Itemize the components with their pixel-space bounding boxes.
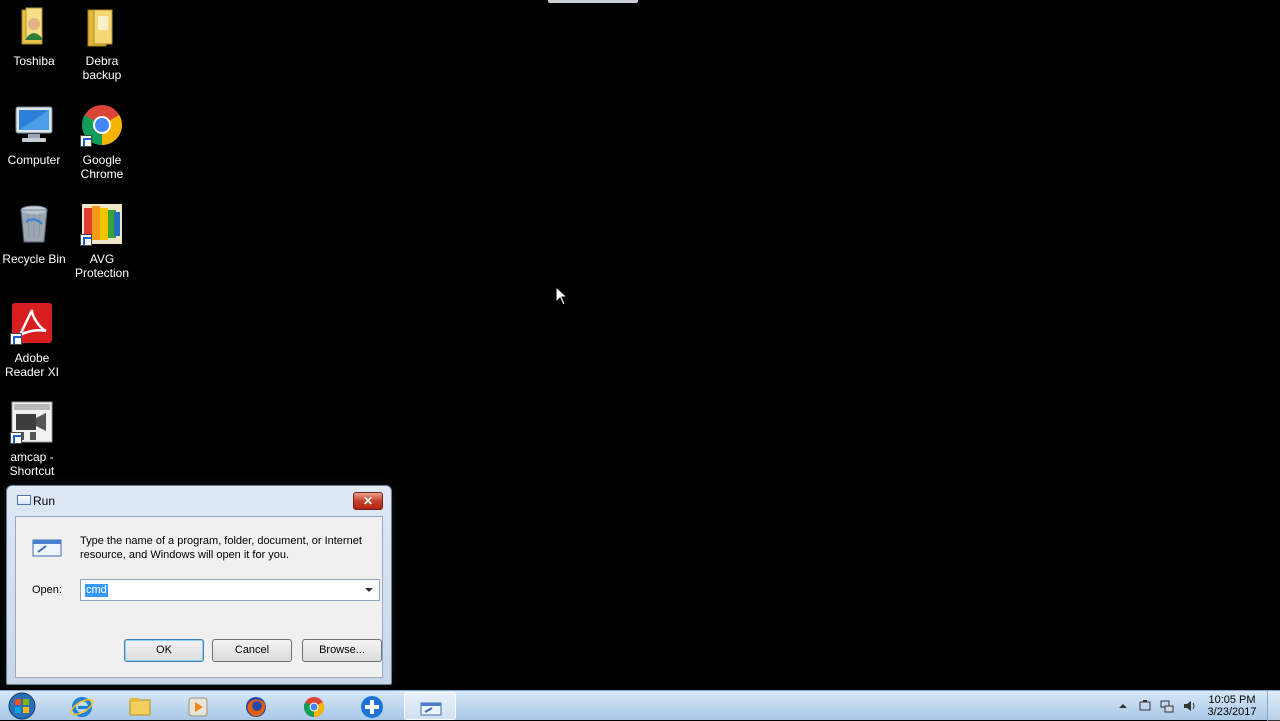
start-orb[interactable] xyxy=(4,692,40,720)
run-icon xyxy=(420,702,442,716)
taskbar-app-plus[interactable] xyxy=(346,692,398,720)
amcap-icon xyxy=(10,400,54,444)
run-body: Type the name of a program, folder, docu… xyxy=(15,516,383,678)
run-program-icon xyxy=(32,539,62,557)
taskbar-firefox[interactable] xyxy=(230,692,282,720)
run-window-icon xyxy=(17,495,31,505)
chevron-down-icon[interactable] xyxy=(361,582,377,598)
run-titlebar[interactable]: Run ✕ xyxy=(7,486,391,516)
internet-explorer-icon xyxy=(70,697,94,717)
volume-icon[interactable] xyxy=(1182,699,1196,713)
run-title: Run xyxy=(33,494,56,508)
browse-button[interactable]: Browse... xyxy=(302,639,382,662)
clock[interactable]: 10:05 PM 3/23/2017 xyxy=(1202,694,1262,718)
file-explorer-icon xyxy=(129,698,151,716)
desktop-icon-google-chrome[interactable]: Google Chrome xyxy=(68,103,136,181)
taskbar: 10:05 PM 3/23/2017 xyxy=(0,690,1280,721)
desktop-icon-computer[interactable]: Computer xyxy=(0,103,68,167)
open-input[interactable]: cmd xyxy=(85,584,108,597)
shortcut-arrow-icon xyxy=(80,135,92,147)
show-hidden-icons-icon[interactable] xyxy=(1116,699,1130,713)
desktop-icon-label: AVG Protection xyxy=(74,252,130,280)
desktop-icon-label: Recycle Bin xyxy=(2,252,66,266)
shortcut-arrow-icon xyxy=(80,234,92,246)
recycle-bin-icon xyxy=(12,202,56,246)
folder-icon xyxy=(80,4,124,48)
top-window-edge xyxy=(548,0,638,3)
desktop-icon-recycle-bin[interactable]: Recycle Bin xyxy=(0,202,68,266)
chrome-icon xyxy=(303,697,325,718)
media-player-icon xyxy=(188,697,208,717)
open-combobox[interactable]: cmd xyxy=(80,579,380,601)
taskbar-run[interactable] xyxy=(404,692,456,720)
taskbar-file-explorer[interactable] xyxy=(114,692,166,720)
desktop-icon-adobe-reader[interactable]: Adobe Reader XI xyxy=(0,301,66,379)
ok-button[interactable]: OK xyxy=(124,639,204,662)
close-icon: ✕ xyxy=(362,494,374,508)
desktop-icon-toshiba[interactable]: Toshiba xyxy=(0,4,68,68)
firefox-icon xyxy=(246,697,266,717)
desktop-icon-label: Adobe Reader XI xyxy=(4,351,60,379)
taskbar-internet-explorer[interactable] xyxy=(56,692,108,720)
computer-icon xyxy=(12,103,56,147)
adobe-reader-icon xyxy=(10,301,54,345)
run-description: Type the name of a program, folder, docu… xyxy=(80,535,362,561)
system-tray: 10:05 PM 3/23/2017 xyxy=(1090,691,1280,721)
clock-time: 10:05 PM xyxy=(1208,694,1256,706)
taskbar-media-player[interactable] xyxy=(172,692,224,720)
desktop-icon-label: Computer xyxy=(7,153,61,167)
device-tray-icon[interactable] xyxy=(1138,699,1152,713)
desktop-icon-debra-backup[interactable]: Debra backup xyxy=(68,4,136,82)
close-button[interactable]: ✕ xyxy=(353,492,383,510)
desktop-icon-label: Debra backup xyxy=(82,54,122,82)
toshiba-folder-icon xyxy=(12,4,56,48)
desktop-icon-label: amcap - Shortcut xyxy=(9,450,55,478)
clock-date: 3/23/2017 xyxy=(1207,706,1257,718)
show-desktop-button[interactable] xyxy=(1267,691,1280,721)
shortcut-arrow-icon xyxy=(10,333,22,345)
cancel-button[interactable]: Cancel xyxy=(212,639,292,662)
mouse-cursor-icon xyxy=(555,286,569,306)
desktop-icon-avg-protection[interactable]: AVG Protection xyxy=(68,202,136,280)
avg-icon xyxy=(80,202,124,246)
app-plus-icon xyxy=(361,696,383,718)
open-label: Open: xyxy=(32,584,62,596)
desktop-icon-amcap-shortcut[interactable]: amcap - Shortcut xyxy=(0,400,66,478)
desktop-icon-label: Google Chrome xyxy=(80,153,124,181)
network-icon[interactable] xyxy=(1160,699,1174,713)
chrome-icon xyxy=(80,103,124,147)
desktop-icon-label: Toshiba xyxy=(13,54,55,68)
taskbar-chrome[interactable] xyxy=(288,692,340,720)
run-dialog: Run ✕ Type the name of a program, folder… xyxy=(6,485,392,685)
shortcut-arrow-icon xyxy=(10,432,22,444)
